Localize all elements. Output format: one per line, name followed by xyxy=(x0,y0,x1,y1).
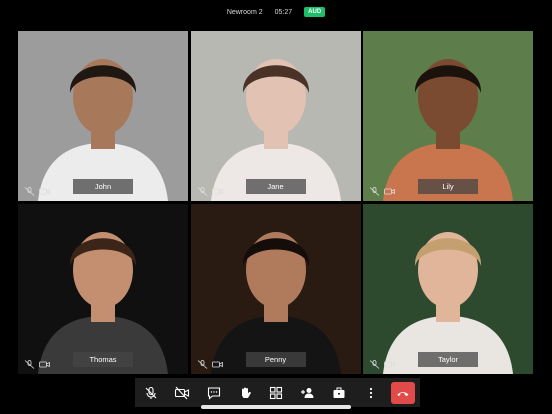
participant-tile[interactable]: Jane xyxy=(190,31,361,201)
participant-name: John xyxy=(73,179,133,194)
participant-name: Taylor xyxy=(418,352,478,367)
participant-tile[interactable]: John xyxy=(18,31,188,201)
call-toolbar xyxy=(135,378,420,407)
camera-off-icon xyxy=(175,386,190,399)
tile-status xyxy=(369,183,395,196)
participant-video xyxy=(18,31,188,201)
raise-hand-button[interactable] xyxy=(234,382,256,404)
camera-off-icon xyxy=(211,356,223,368)
mic-muted-icon xyxy=(24,356,35,369)
participant-tile[interactable]: Penny xyxy=(190,204,361,374)
add-person-icon xyxy=(301,387,314,398)
call-timer: 05:27 xyxy=(274,8,293,16)
participant-video xyxy=(18,204,188,374)
mute-button[interactable] xyxy=(140,382,162,404)
tile-status xyxy=(24,183,50,196)
more-button[interactable] xyxy=(360,382,382,404)
participant-video xyxy=(190,204,361,374)
camera-off-icon xyxy=(384,356,395,368)
participant-tile[interactable]: Thomas xyxy=(18,204,188,374)
participant-name: Jane xyxy=(245,179,306,194)
add-participant-button[interactable] xyxy=(297,382,319,404)
raise-hand-icon xyxy=(242,387,251,398)
end-call-icon xyxy=(397,391,409,396)
chat-button[interactable] xyxy=(203,382,225,404)
participant-name: Thomas xyxy=(73,352,133,367)
participant-video xyxy=(363,31,533,201)
participant-tile[interactable]: Lily xyxy=(363,31,533,201)
briefcase-icon xyxy=(333,387,345,398)
tile-status xyxy=(197,183,223,196)
room-name: Newroom 2 xyxy=(226,8,263,16)
participant-name: Penny xyxy=(245,352,306,367)
participant-video xyxy=(363,204,533,374)
camera-button[interactable] xyxy=(171,382,193,404)
mic-muted-icon xyxy=(24,183,35,196)
camera-off-icon xyxy=(39,183,50,195)
audio-badge[interactable]: AUD xyxy=(304,7,326,17)
end-call-button[interactable] xyxy=(391,381,416,404)
breakout-button[interactable] xyxy=(328,382,350,404)
participant-name: Lily xyxy=(418,179,478,194)
camera-off-icon xyxy=(384,183,395,195)
grid-view-button[interactable] xyxy=(265,382,287,404)
camera-off-icon xyxy=(211,183,223,195)
tile-status xyxy=(197,356,223,369)
more-icon xyxy=(369,387,372,398)
grid-view-icon xyxy=(270,386,283,399)
participant-video xyxy=(190,31,361,201)
mic-muted-icon xyxy=(145,386,157,399)
participant-tile[interactable]: Taylor xyxy=(363,204,533,374)
home-indicator[interactable] xyxy=(201,405,351,409)
mic-muted-icon xyxy=(369,183,380,196)
participant-grid: John Jane Lily Thomas Penny Taylor xyxy=(18,31,533,378)
mic-muted-icon xyxy=(197,183,208,196)
tile-status xyxy=(24,356,50,369)
mic-muted-icon xyxy=(369,356,380,369)
chat-icon xyxy=(207,386,220,400)
camera-off-icon xyxy=(39,356,50,368)
mic-muted-icon xyxy=(197,356,208,369)
top-bar: Newroom 2 05:27 AUD xyxy=(0,0,552,24)
tile-status xyxy=(369,356,395,369)
